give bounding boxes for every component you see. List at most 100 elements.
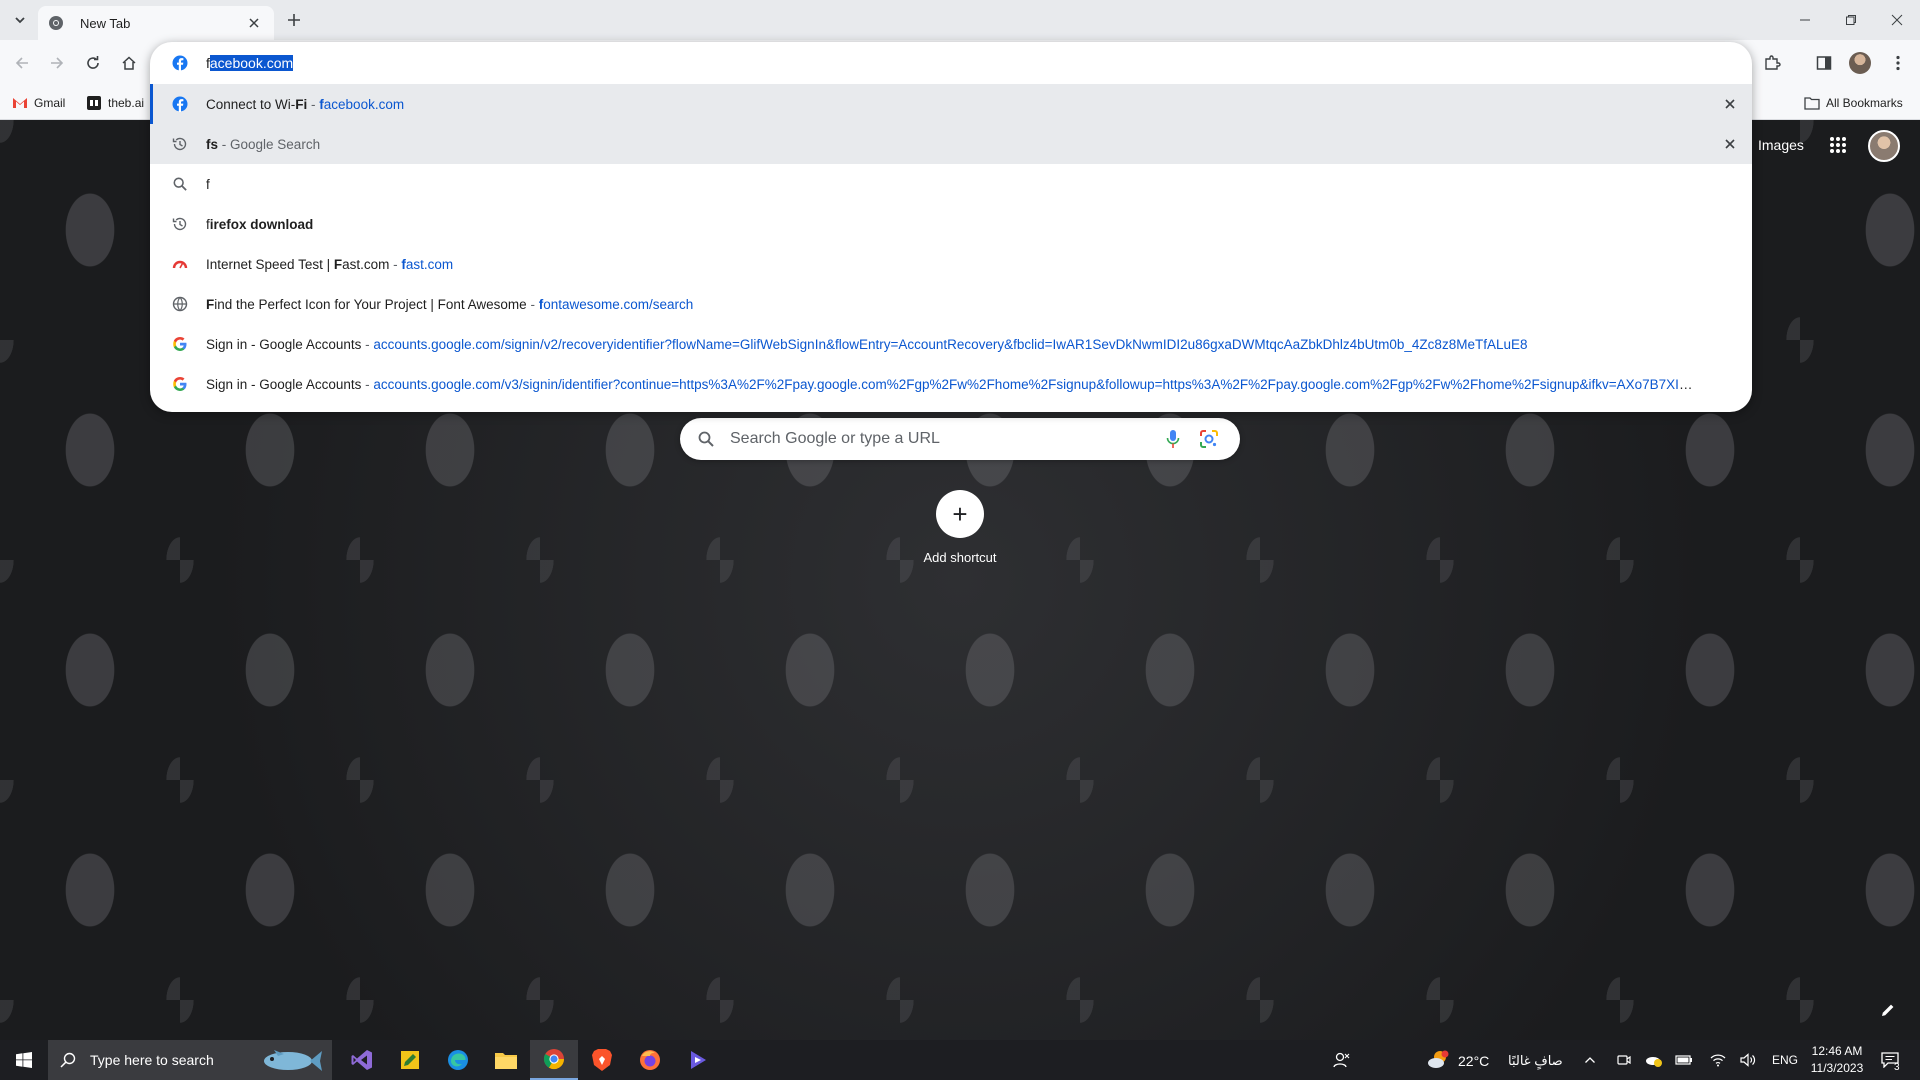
google-icon <box>172 336 188 352</box>
lens-search-button[interactable] <box>1194 424 1224 454</box>
close-icon <box>249 18 259 28</box>
close-icon <box>1725 139 1735 149</box>
facebook-icon <box>172 55 188 71</box>
speedometer-icon <box>172 256 188 272</box>
tray-wifi-button[interactable] <box>1708 1050 1728 1070</box>
home-button[interactable] <box>117 51 141 75</box>
clock-date[interactable]: 11/3/2023 <box>1808 1061 1866 1075</box>
taskbar-visual-studio[interactable] <box>338 1040 386 1080</box>
forward-button[interactable] <box>45 51 69 75</box>
suggestion-text: firefox download <box>206 216 314 232</box>
suggestion-text: f <box>206 176 210 192</box>
new-tab-button[interactable] <box>282 8 306 32</box>
apps-grid-icon <box>1830 137 1846 153</box>
tab-close-button[interactable] <box>244 13 264 33</box>
suggestion-row[interactable]: Sign in - Google Accounts - accounts.goo… <box>150 324 1752 364</box>
weather-button[interactable] <box>1426 1050 1450 1070</box>
speaker-icon <box>1740 1053 1756 1067</box>
reload-button[interactable] <box>81 51 105 75</box>
show-hidden-icons-button[interactable] <box>1580 1050 1600 1070</box>
ntp-search-input[interactable] <box>730 430 1152 448</box>
taskbar-search-placeholder: Type here to search <box>90 1052 214 1068</box>
all-bookmarks-button[interactable]: All Bookmarks <box>1804 93 1903 113</box>
suggestion-row[interactable]: f <box>150 164 1752 204</box>
input-language[interactable]: ENG <box>1772 1053 1798 1067</box>
notification-count-badge: 3 <box>1894 1062 1900 1073</box>
search-icon <box>696 429 716 449</box>
suggestion-row[interactable]: fs - Google Search <box>150 124 1752 164</box>
weather-temperature: 22°C <box>1458 1053 1490 1069</box>
tray-battery-button[interactable] <box>1674 1050 1694 1070</box>
chevron-down-icon <box>15 17 25 24</box>
back-button[interactable] <box>10 51 34 75</box>
suggestion-row[interactable]: Connect to Wi-Fi - facebook.com <box>150 84 1752 124</box>
tab-title: New Tab <box>80 15 131 31</box>
folder-icon <box>1804 95 1820 111</box>
voice-search-button[interactable] <box>1158 424 1188 454</box>
tray-volume-button[interactable] <box>1738 1050 1758 1070</box>
weather-cloud-moon-icon <box>1428 1050 1449 1068</box>
search-icon <box>60 1052 76 1068</box>
restore-button[interactable] <box>1828 0 1874 40</box>
bookmark-theb-ai[interactable]: theb.ai <box>86 93 144 113</box>
suggestion-text: Sign in - Google Accounts - accounts.goo… <box>206 336 1528 352</box>
reload-icon <box>87 56 99 69</box>
suggestion-row[interactable]: Internet Speed Test | Fast.com - fast.co… <box>150 244 1752 284</box>
inline-autocomplete: acebook.com <box>209 55 294 71</box>
cloud-warning-icon <box>1646 1057 1662 1067</box>
suggestion-row[interactable]: firefox download <box>150 204 1752 244</box>
suggestion-row[interactable]: Find the Perfect Icon for Your Project |… <box>150 284 1752 324</box>
side-panel-button[interactable] <box>1810 49 1838 77</box>
restore-icon <box>1846 15 1856 25</box>
add-shortcut-tile[interactable]: + Add shortcut <box>910 490 1010 565</box>
taskbar-firefox[interactable] <box>626 1040 674 1080</box>
google-apps-button[interactable] <box>1824 128 1852 162</box>
puzzle-icon <box>1765 55 1781 70</box>
microphone-icon <box>1166 430 1180 448</box>
suggestion-text: fs - Google Search <box>206 136 321 152</box>
account-avatar[interactable] <box>1868 130 1900 162</box>
windows-logo-icon <box>16 1052 32 1068</box>
close-icon <box>1891 14 1903 26</box>
taskbar-file-explorer[interactable] <box>482 1040 530 1080</box>
people-icon <box>1333 1052 1350 1068</box>
remove-suggestion-button[interactable] <box>1720 134 1740 154</box>
extensions-button[interactable] <box>1758 49 1786 77</box>
tray-camera-button[interactable] <box>1614 1050 1634 1070</box>
profile-button[interactable] <box>1846 49 1874 77</box>
tab-new-tab[interactable]: New Tab <box>38 6 274 40</box>
start-button[interactable] <box>0 1040 48 1080</box>
chevron-up-icon <box>1585 1057 1595 1063</box>
close-icon <box>1725 99 1735 109</box>
suggestion-text: Sign in - Google Accounts - accounts.goo… <box>206 376 1696 392</box>
taskbar-brave[interactable] <box>578 1040 626 1080</box>
tray-onedrive-button[interactable] <box>1644 1050 1664 1070</box>
bookmark-gmail[interactable]: Gmail <box>12 93 65 113</box>
taskbar-app-editor[interactable] <box>386 1040 434 1080</box>
customize-chrome-button[interactable] <box>1876 998 1900 1022</box>
tab-search-button[interactable] <box>8 8 32 32</box>
taskbar-app-purple[interactable] <box>674 1040 722 1080</box>
more-vertical-icon <box>1896 55 1900 71</box>
omnibox-text: facebook.com <box>206 55 294 71</box>
close-window-button[interactable] <box>1874 0 1920 40</box>
plus-icon: + <box>936 490 984 538</box>
bookmark-label: Gmail <box>34 96 66 110</box>
remove-suggestion-button[interactable] <box>1720 94 1740 114</box>
chrome-icon <box>48 15 64 31</box>
edge-icon <box>448 1050 468 1070</box>
suggestion-row[interactable]: Sign in - Google Accounts - accounts.goo… <box>150 364 1752 404</box>
taskbar-search[interactable]: Type here to search <box>48 1040 332 1080</box>
images-link[interactable]: Images <box>1758 128 1804 162</box>
taskbar-chrome[interactable] <box>530 1040 578 1080</box>
taskbar-edge[interactable] <box>434 1040 482 1080</box>
menu-button[interactable] <box>1884 49 1912 77</box>
ntp-search-box[interactable] <box>680 418 1240 460</box>
suggestion-text: Find the Perfect Icon for Your Project |… <box>206 296 694 312</box>
taskbar-people-button[interactable] <box>1332 1050 1352 1070</box>
minimize-button[interactable] <box>1782 0 1828 40</box>
google-icon <box>172 376 188 392</box>
add-shortcut-label: Add shortcut <box>923 550 997 565</box>
clock-time[interactable]: 12:46 AM <box>1808 1044 1866 1058</box>
omnibox-input[interactable]: facebook.com <box>150 42 1752 84</box>
